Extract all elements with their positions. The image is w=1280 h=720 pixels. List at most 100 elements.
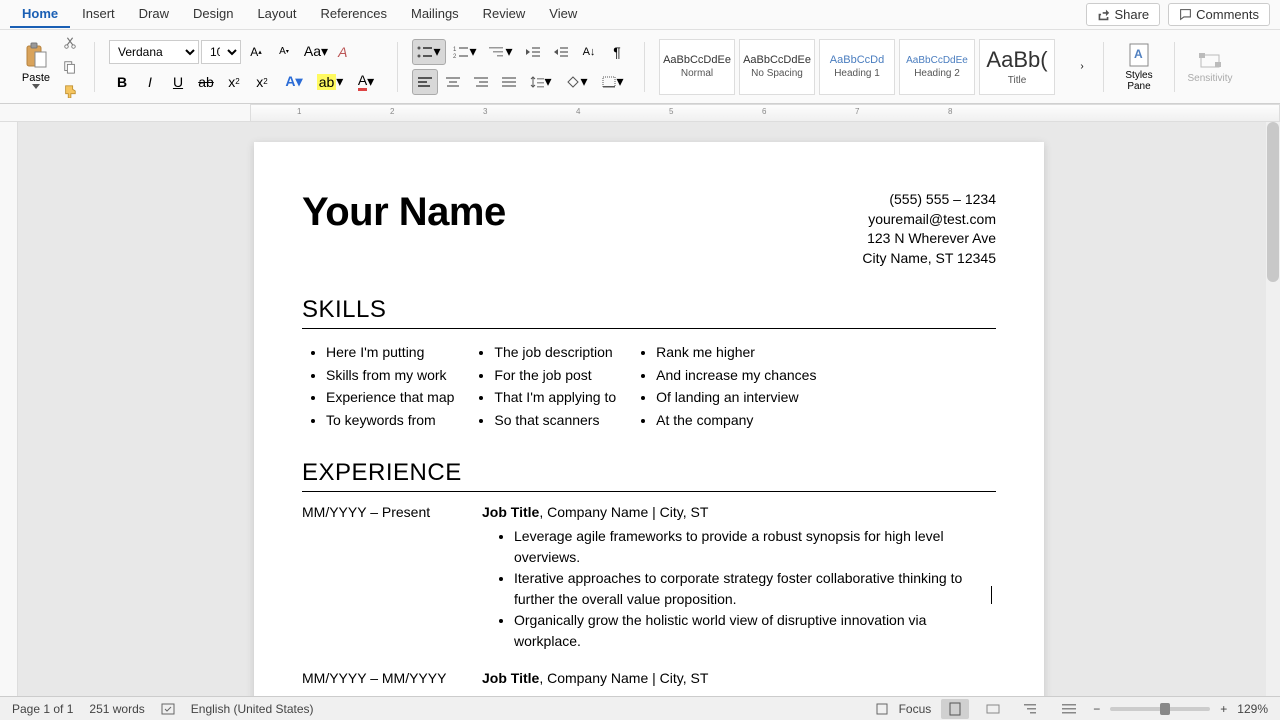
- paste-button[interactable]: Paste: [16, 37, 56, 97]
- ruler-horizontal[interactable]: 12345678: [0, 104, 1280, 122]
- sort-icon[interactable]: A↓: [576, 39, 602, 65]
- shrink-font-icon[interactable]: A▾: [271, 39, 297, 65]
- zoom-out-icon[interactable]: −: [1093, 702, 1100, 716]
- superscript-icon[interactable]: x2: [249, 69, 275, 95]
- styles-more-icon[interactable]: ›: [1069, 54, 1095, 80]
- svg-text:2: 2: [453, 54, 457, 58]
- view-outline-icon[interactable]: [1017, 699, 1045, 719]
- style-normal[interactable]: AaBbCcDdEeNormal: [659, 39, 735, 95]
- status-lang[interactable]: English (United States): [191, 702, 314, 716]
- resume-name: Your Name: [302, 190, 506, 235]
- view-print-icon[interactable]: [941, 699, 969, 719]
- experience-row: MM/YYYY – PresentJob Title, Company Name…: [302, 504, 996, 652]
- tab-layout[interactable]: Layout: [245, 1, 308, 28]
- list-item: Skills from my work: [326, 364, 454, 386]
- list-item: And increase my chances: [656, 364, 816, 386]
- tab-view[interactable]: View: [537, 1, 589, 28]
- align-center-icon[interactable]: [440, 69, 466, 95]
- document-scroll[interactable]: Your Name (555) 555 – 1234 youremail@tes…: [18, 122, 1280, 696]
- tab-draw[interactable]: Draw: [127, 1, 181, 28]
- font-name-select[interactable]: Verdana: [109, 40, 199, 64]
- status-focus[interactable]: Focus: [899, 702, 932, 716]
- view-draft-icon[interactable]: [1055, 699, 1083, 719]
- view-web-icon[interactable]: [979, 699, 1007, 719]
- tab-mailings[interactable]: Mailings: [399, 1, 471, 28]
- experience-row: MM/YYYY – MM/YYYY Job Title, Company Name…: [302, 670, 996, 696]
- numbering-icon[interactable]: 12▾: [448, 39, 482, 65]
- ribbon: Paste Verdana 10 A▴ A▾ Aa▾ A⃠ B I U ab: [0, 30, 1280, 104]
- skills-heading: SKILLS: [302, 296, 996, 324]
- multilevel-icon[interactable]: ▾: [484, 39, 518, 65]
- styles-pane-button[interactable]: A Styles Pane: [1112, 37, 1166, 97]
- bold-icon[interactable]: B: [109, 69, 135, 95]
- cut-icon[interactable]: [60, 33, 80, 53]
- share-button[interactable]: Share: [1086, 3, 1160, 26]
- tab-home[interactable]: Home: [10, 1, 70, 28]
- style-title[interactable]: AaBb(Title: [979, 39, 1055, 95]
- font-color-icon[interactable]: A▾: [349, 69, 383, 95]
- tab-design[interactable]: Design: [181, 1, 245, 28]
- font-size-select[interactable]: 10: [201, 40, 241, 64]
- document-page[interactable]: Your Name (555) 555 – 1234 youremail@tes…: [254, 142, 1044, 696]
- list-item: To keywords from: [326, 409, 454, 431]
- style-no-spacing[interactable]: AaBbCcDdEeNo Spacing: [739, 39, 815, 95]
- list-item: Of landing an interview: [656, 386, 816, 408]
- text-effects-icon[interactable]: A▾: [277, 69, 311, 95]
- align-right-icon[interactable]: [468, 69, 494, 95]
- bullets-icon[interactable]: ▾: [412, 39, 446, 65]
- borders-icon[interactable]: ▾: [596, 69, 630, 95]
- styles-gallery: AaBbCcDdEeNormalAaBbCcDdEeNo SpacingAaBb…: [653, 37, 1061, 97]
- list-item: At the company: [656, 409, 816, 431]
- shading-icon[interactable]: ▾: [560, 69, 594, 95]
- skills-col3: Rank me higherAnd increase my chancesOf …: [656, 341, 816, 431]
- list-item: So that scanners: [494, 409, 616, 431]
- style-heading-2[interactable]: AaBbCcDdEeHeading 2: [899, 39, 975, 95]
- contact-addr1: 123 N Wherever Ave: [862, 229, 996, 249]
- list-item: Experience that map: [326, 386, 454, 408]
- tab-review[interactable]: Review: [471, 1, 538, 28]
- status-words[interactable]: 251 words: [89, 702, 144, 716]
- italic-icon[interactable]: I: [137, 69, 163, 95]
- experience-dates: MM/YYYY – MM/YYYY: [302, 670, 452, 696]
- sensitivity-button[interactable]: Sensitivity: [1183, 37, 1237, 97]
- experience-heading: EXPERIENCE: [302, 459, 996, 487]
- comments-button[interactable]: Comments: [1168, 3, 1270, 26]
- ruler-vertical[interactable]: [0, 122, 18, 696]
- pilcrow-icon[interactable]: ¶: [604, 39, 630, 65]
- zoom-slider[interactable]: [1110, 707, 1210, 711]
- svg-text:A: A: [1134, 47, 1143, 61]
- align-left-icon[interactable]: [412, 69, 438, 95]
- copy-icon[interactable]: [60, 57, 80, 77]
- status-page[interactable]: Page 1 of 1: [12, 702, 73, 716]
- highlight-icon[interactable]: ab▾: [313, 69, 347, 95]
- tab-insert[interactable]: Insert: [70, 1, 127, 28]
- scrollbar-vertical[interactable]: [1266, 122, 1280, 696]
- spellcheck-icon[interactable]: [161, 702, 175, 716]
- indent-minus-icon[interactable]: [520, 39, 546, 65]
- status-zoom[interactable]: 129%: [1237, 702, 1268, 716]
- line-spacing-icon[interactable]: ▾: [524, 69, 558, 95]
- experience-body: Job Title, Company Name | City, STLevera…: [482, 670, 996, 696]
- skills-col1: Here I'm puttingSkills from my workExper…: [326, 341, 454, 431]
- status-bar: Page 1 of 1 251 words English (United St…: [0, 696, 1280, 720]
- tab-references[interactable]: References: [309, 1, 399, 28]
- contact-addr2: City Name, ST 12345: [862, 249, 996, 269]
- underline-icon[interactable]: U: [165, 69, 191, 95]
- align-justify-icon[interactable]: [496, 69, 522, 95]
- indent-plus-icon[interactable]: [548, 39, 574, 65]
- zoom-in-icon[interactable]: +: [1220, 702, 1227, 716]
- styles-pane-label: Styles Pane: [1125, 70, 1152, 92]
- change-case-icon[interactable]: Aa▾: [299, 39, 333, 65]
- style-heading-1[interactable]: AaBbCcDdHeading 1: [819, 39, 895, 95]
- subscript-icon[interactable]: x2: [221, 69, 247, 95]
- format-painter-icon[interactable]: [60, 81, 80, 101]
- grow-font-icon[interactable]: A▴: [243, 39, 269, 65]
- share-label: Share: [1114, 7, 1149, 22]
- paste-label: Paste: [22, 72, 50, 84]
- list-item: That I'm applying to: [494, 386, 616, 408]
- clear-format-icon[interactable]: A⃠: [335, 39, 361, 65]
- menu-tabs: HomeInsertDrawDesignLayoutReferencesMail…: [0, 0, 1280, 30]
- strike-icon[interactable]: ab: [193, 69, 219, 95]
- list-item: Iterative approaches to corporate strate…: [514, 568, 996, 610]
- rule: [302, 491, 996, 492]
